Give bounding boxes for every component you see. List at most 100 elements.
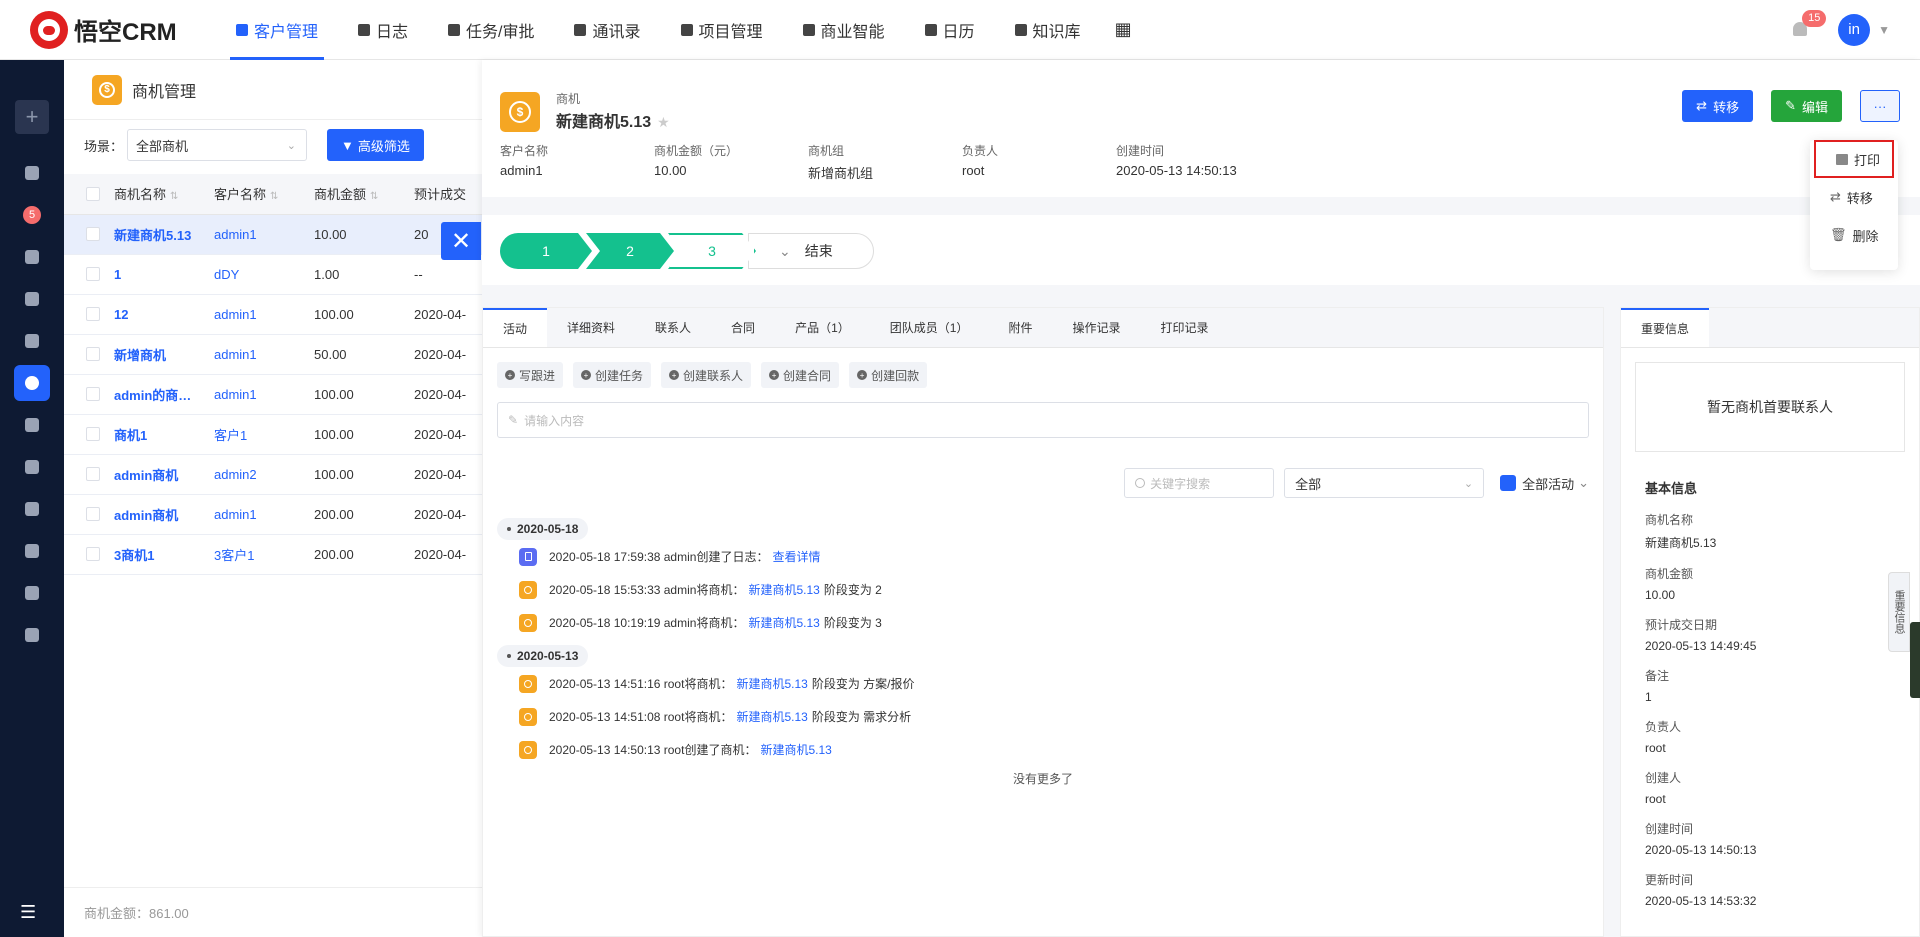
table-row[interactable]: 1 dDY 1.00 -- [64,254,484,295]
write-followup-button[interactable]: + 写跟进 [497,362,564,388]
print-menu-item[interactable]: 打印 [1814,140,1894,178]
row-name[interactable]: 新增商机 [114,334,214,375]
item-link[interactable]: 新建商机5.13 [748,581,819,598]
delete-menu-item[interactable]: 🗑 删除 [1810,216,1898,254]
bell-icon[interactable]: 15 [1790,9,1827,40]
product-icon[interactable] [14,575,50,611]
stage-3[interactable]: 3 [668,233,756,269]
edit-button[interactable]: ✎ 编辑 [1771,90,1842,122]
content-input[interactable]: ✎ 请输入内容 [497,402,1589,438]
table-row[interactable]: admin商机 admin2 100.00 2020-04- [64,454,484,495]
row-customer[interactable]: admin1 [214,374,314,415]
table-row[interactable]: 商机1 客户1 100.00 2020-04- [64,414,484,455]
stage-end[interactable]: ⌄ 结束 [748,233,874,269]
row-name[interactable]: admin的商… [114,374,214,415]
sort-icon[interactable]: ⇅ [170,191,178,202]
chevron-down-icon[interactable]: ▼ [1878,23,1890,37]
col-date[interactable]: 预计成交 [414,174,484,215]
app-grid-icon[interactable]: ▦ [1101,0,1146,60]
item-link[interactable]: 新建商机5.13 [736,675,807,692]
item-link[interactable]: 新建商机5.13 [760,741,831,758]
row-checkbox[interactable] [86,467,100,481]
advanced-filter-button[interactable]: ▼ 高级筛选 [327,129,424,161]
keyword-search-input[interactable]: 关键字搜索 [1124,468,1275,498]
activity-type-select[interactable]: 全部 ⌄ [1284,468,1485,498]
nav-knowledge[interactable]: 知识库 [995,0,1101,60]
col-amount[interactable]: 商机金额 ⇅ [314,174,414,215]
send-icon[interactable] [14,617,50,653]
lead-icon[interactable] [14,239,50,275]
table-row[interactable]: 12 admin1 100.00 2020-04- [64,294,484,335]
sort-icon[interactable]: ⇅ [270,191,278,202]
tab-team[interactable]: 团队成员（1） [870,308,989,347]
nav-log[interactable]: 日志 [338,0,428,60]
nav-task[interactable]: 任务/审批 [428,0,554,60]
avatar[interactable]: in [1838,13,1871,46]
collapse-menu-icon[interactable]: ☰ [20,902,36,923]
select-all-checkbox[interactable] [64,174,114,215]
row-name[interactable]: 商机1 [114,414,214,455]
dashboard-icon[interactable] [14,155,50,191]
payment-icon[interactable] [14,449,50,485]
star-icon[interactable]: ★ [657,114,670,130]
sort-icon[interactable]: ⇅ [370,191,378,202]
tab-print-log[interactable]: 打印记录 [1140,308,1228,347]
nav-customer[interactable]: 客户管理 [216,0,338,60]
row-customer[interactable]: 3客户1 [214,534,314,575]
item-link[interactable]: 新建商机5.13 [748,614,819,631]
row-checkbox[interactable] [86,227,100,241]
create-payment-button[interactable]: + 创建回款 [849,362,928,388]
more-button[interactable]: ··· [1860,90,1900,122]
row-name[interactable]: admin商机 [114,494,214,535]
tab-operation-log[interactable]: 操作记录 [1052,308,1140,347]
row-checkbox[interactable] [86,267,100,281]
all-activity-toggle[interactable]: 全部活动 ⌄ [1500,474,1589,493]
opportunity-icon[interactable] [14,365,50,401]
nav-bi[interactable]: 商业智能 [783,0,905,60]
contact-icon[interactable] [14,323,50,359]
row-checkbox[interactable] [86,547,100,561]
sidebar-badge-item[interactable]: 5 [14,197,50,233]
side-handle[interactable] [1910,622,1920,698]
row-checkbox[interactable] [86,427,100,441]
nav-calendar[interactable]: 日历 [905,0,995,60]
item-link[interactable]: 新建商机5.13 [736,708,807,725]
table-row[interactable]: admin的商… admin1 100.00 2020-04- [64,374,484,415]
row-name[interactable]: admin商机 [114,454,214,495]
tab-details[interactable]: 详细资料 [547,308,635,347]
row-customer[interactable]: admin2 [214,454,314,495]
nav-contacts[interactable]: 通讯录 [554,0,660,60]
table-row[interactable]: 3商机1 3客户1 200.00 2020-04- [64,534,484,575]
col-name[interactable]: 商机名称 ⇅ [114,174,214,215]
logo[interactable]: 悟空CRM [30,10,216,49]
contract-icon[interactable] [14,407,50,443]
row-customer[interactable]: dDY [214,254,314,295]
tab-contracts[interactable]: 合同 [711,308,775,347]
row-customer[interactable]: admin1 [214,214,314,255]
tab-important-info[interactable]: 重要信息 [1621,308,1710,347]
nav-project[interactable]: 项目管理 [661,0,783,60]
row-checkbox[interactable] [86,347,100,361]
important-info-flag[interactable]: 重要信息 [1888,572,1910,652]
add-icon[interactable]: + [15,100,49,134]
scene-select[interactable]: 全部商机 ⌄ [127,129,308,161]
table-row[interactable]: 新建商机5.13 admin1 10.00 20 [64,214,484,255]
table-row[interactable]: 新增商机 admin1 50.00 2020-04- [64,334,484,375]
table-row[interactable]: admin商机 admin1 200.00 2020-04- [64,494,484,535]
row-name[interactable]: 新建商机5.13 [114,214,214,255]
row-name[interactable]: 3商机1 [114,534,214,575]
tab-attachments[interactable]: 附件 [988,308,1052,347]
row-checkbox[interactable] [86,507,100,521]
row-customer[interactable]: admin1 [214,294,314,335]
row-checkbox[interactable] [86,307,100,321]
customer-icon[interactable] [14,281,50,317]
row-customer[interactable]: admin1 [214,494,314,535]
home-icon[interactable] [14,533,50,569]
close-detail-button[interactable]: ✕ [441,222,481,260]
row-checkbox[interactable] [86,387,100,401]
row-name[interactable]: 1 [114,254,214,295]
stage-2[interactable]: 2 [586,233,674,269]
col-customer[interactable]: 客户名称 ⇅ [214,174,314,215]
invoice-icon[interactable] [14,491,50,527]
transfer-button[interactable]: ⇄ 转移 [1682,90,1754,122]
